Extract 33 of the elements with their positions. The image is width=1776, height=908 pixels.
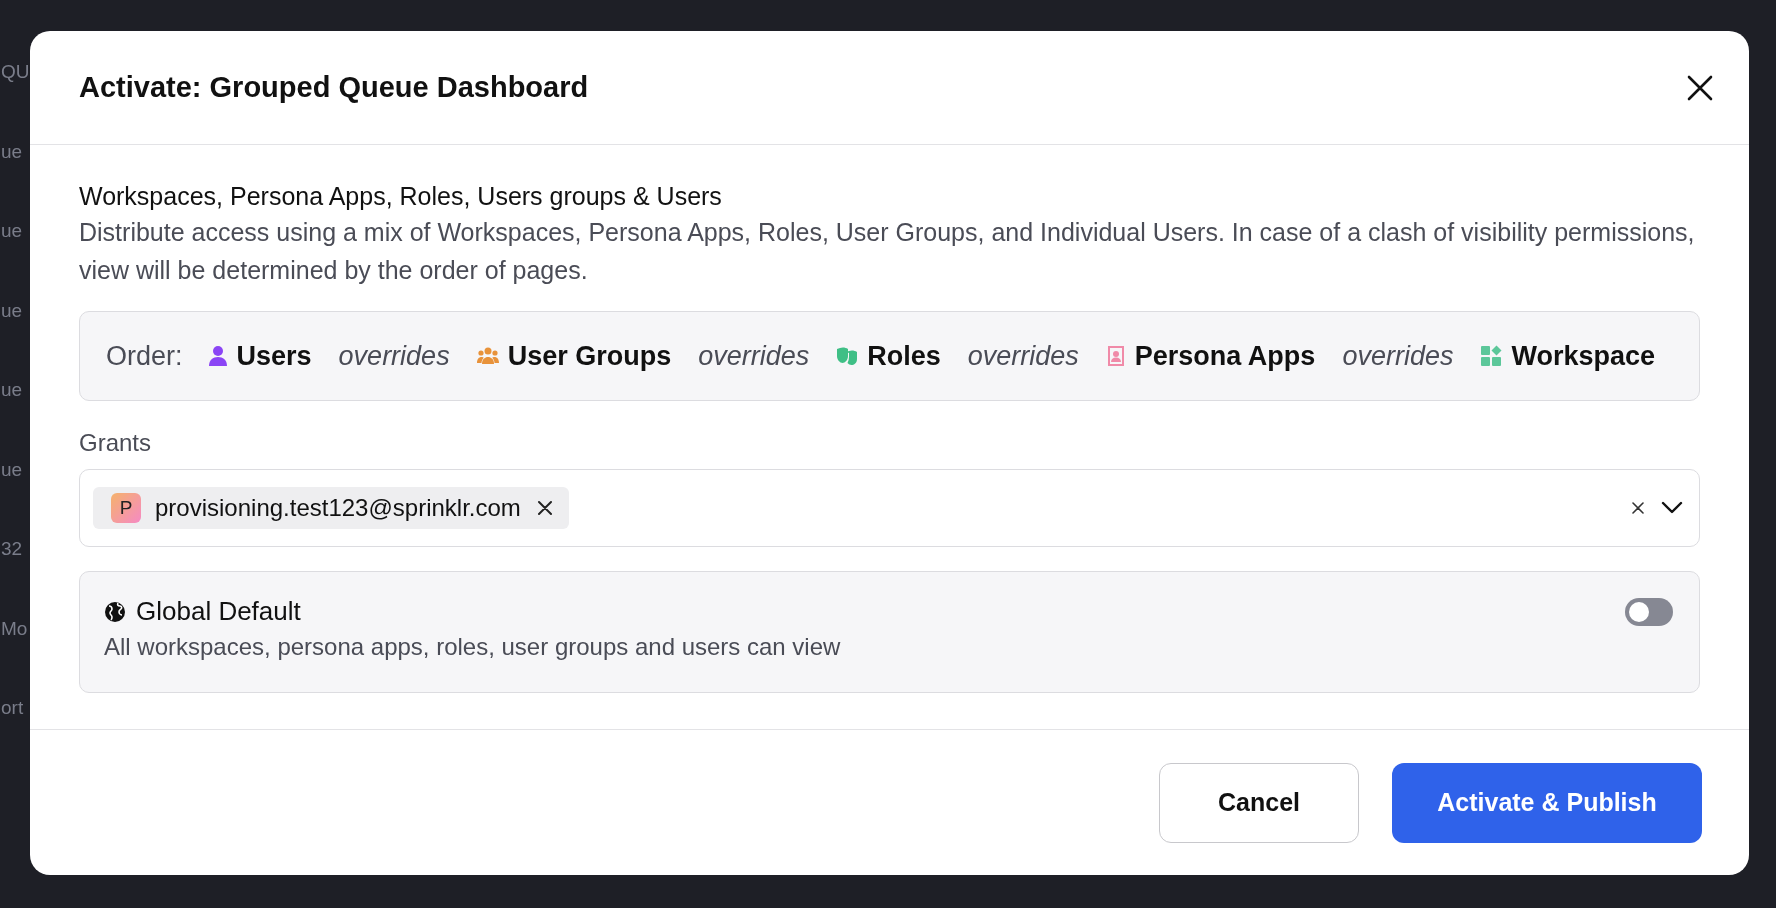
table-cell-text: QU	[0, 60, 30, 84]
clear-icon[interactable]	[1629, 499, 1647, 517]
order-item: User Groups	[507, 340, 672, 372]
order-item: Persona Apps	[1134, 340, 1316, 372]
table-cell-text: ue	[0, 298, 23, 323]
global-default-title: Global Default	[136, 596, 302, 627]
table-cell-text: ue	[0, 457, 23, 482]
overrides-text: overrides	[1342, 340, 1454, 372]
activate-publish-button[interactable]: Activate & Publish	[1392, 762, 1702, 843]
order-label: Order:	[106, 340, 183, 372]
section-description: Distribute access using a mix of Workspaces, Persona Apps, Roles, User Groups, and Individual Users. In case of a clash of visibility permissions, view will be determined by the order of pages.	[79, 217, 1696, 286]
table-cell-text: ue	[0, 378, 23, 402]
table-cell-text: Mo	[0, 616, 28, 641]
order-item: Users	[236, 340, 312, 372]
table-cell-text: 32	[0, 537, 23, 561]
table-cell-text: ort	[0, 696, 24, 720]
global-default-description: All workspaces, persona apps, roles, user groups and users can view	[104, 633, 842, 661]
dialog-title: Activate: Grouped Queue Dashboard	[79, 71, 589, 104]
table-cell-text: ue	[0, 139, 23, 164]
toggle-switch[interactable]	[1625, 597, 1673, 626]
grants-field[interactable]: P provisioning.test123@sprinklr.com	[79, 469, 1700, 547]
overrides-text: overrides	[967, 340, 1079, 372]
order-item: Roles	[867, 340, 941, 372]
chip-text: provisioning.test123@sprinklr.com	[155, 494, 521, 522]
globe-icon	[104, 600, 126, 623]
section-title: Workspaces, Persona Apps, Roles, Users groups & Users	[79, 181, 723, 211]
table-cell-text: ue	[0, 219, 23, 243]
user-avatar: P	[111, 493, 141, 523]
grants-label: Grants	[79, 429, 153, 457]
overrides-text: overrides	[338, 340, 450, 372]
order-item: Workspace	[1511, 340, 1655, 372]
overrides-text: overrides	[698, 340, 810, 372]
cancel-button[interactable]: Cancel	[1159, 762, 1359, 843]
